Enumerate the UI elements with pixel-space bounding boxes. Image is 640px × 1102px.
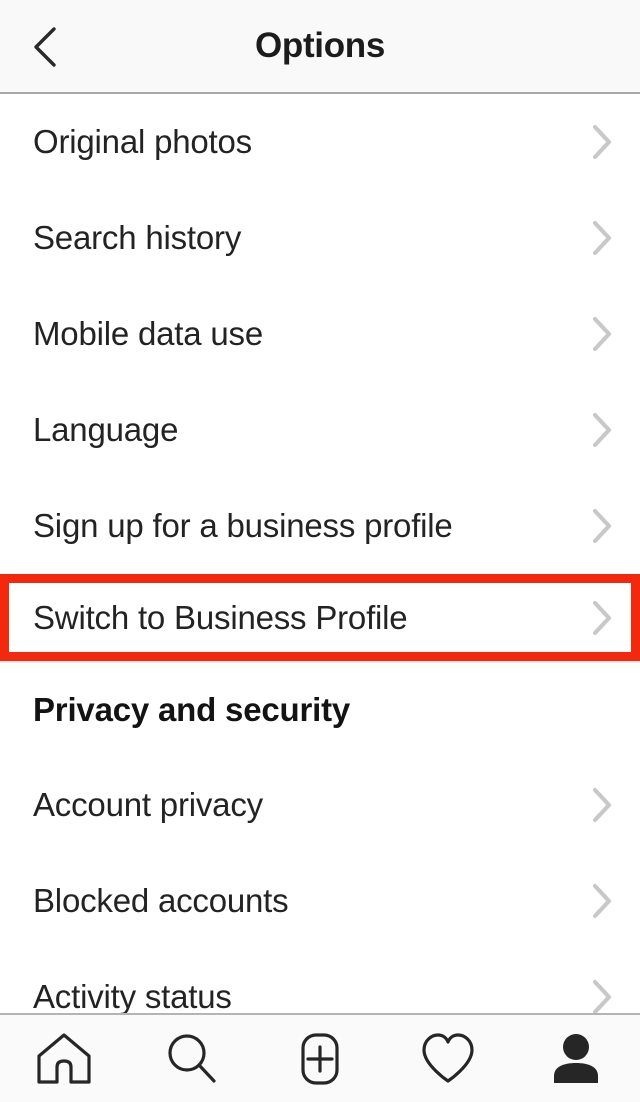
- chevron-right-icon: [591, 220, 613, 256]
- home-icon: [34, 1031, 94, 1087]
- list-item-label: Sign up for a business profile: [33, 507, 453, 544]
- list-item-label: Mobile data use: [33, 315, 263, 352]
- chevron-left-icon: [28, 25, 62, 69]
- tab-home[interactable]: [14, 1015, 114, 1102]
- list-item-label: Original photos: [33, 123, 252, 160]
- list-item-label: Blocked accounts: [33, 882, 289, 919]
- list-item-switch-to-business-profile[interactable]: Switch to Business Profile: [0, 574, 640, 661]
- list-item-label: Activity status: [33, 978, 232, 1013]
- plus-square-icon: [290, 1031, 350, 1087]
- list-item-mobile-data-use[interactable]: Mobile data use: [0, 286, 640, 382]
- chevron-right-icon: [591, 412, 613, 448]
- list-item-blocked-accounts[interactable]: Blocked accounts: [0, 853, 640, 949]
- chevron-right-icon: [591, 600, 613, 636]
- chevron-right-icon: [591, 979, 613, 1013]
- nav-header: Options: [0, 0, 640, 94]
- heart-icon: [418, 1031, 478, 1087]
- section-header-privacy-and-security: Privacy and security: [0, 661, 640, 757]
- list-item-search-history[interactable]: Search history: [0, 190, 640, 286]
- list-item-label: Account privacy: [33, 786, 263, 823]
- chevron-right-icon: [591, 508, 613, 544]
- list-item-sign-up-for-a-business-profile[interactable]: Sign up for a business profile: [0, 478, 640, 574]
- chevron-right-icon: [591, 124, 613, 160]
- list-item-language[interactable]: Language: [0, 382, 640, 478]
- list-item-label: Language: [33, 411, 179, 448]
- options-list[interactable]: Original photos Search history Mobile da…: [0, 94, 640, 1013]
- page-title: Options: [254, 26, 386, 65]
- list-item-account-privacy[interactable]: Account privacy: [0, 757, 640, 853]
- list-item-activity-status[interactable]: Activity status: [0, 949, 640, 1013]
- section-header-label: Privacy and security: [33, 691, 351, 728]
- tab-add-post[interactable]: [270, 1015, 370, 1102]
- chevron-right-icon: [591, 787, 613, 823]
- search-icon: [162, 1031, 222, 1087]
- chevron-right-icon: [591, 883, 613, 919]
- tab-activity[interactable]: [398, 1015, 498, 1102]
- list-item-original-photos[interactable]: Original photos: [0, 94, 640, 190]
- app-screen: Options Original photos Search history M…: [0, 0, 640, 1102]
- back-button[interactable]: [14, 16, 76, 78]
- tab-profile[interactable]: [526, 1015, 626, 1102]
- list-item-label: Switch to Business Profile: [33, 598, 408, 636]
- list-item-label: Search history: [33, 219, 242, 256]
- bottom-tab-bar: [0, 1013, 640, 1102]
- chevron-right-icon: [591, 316, 613, 352]
- person-filled-icon: [546, 1031, 606, 1087]
- tab-search[interactable]: [142, 1015, 242, 1102]
